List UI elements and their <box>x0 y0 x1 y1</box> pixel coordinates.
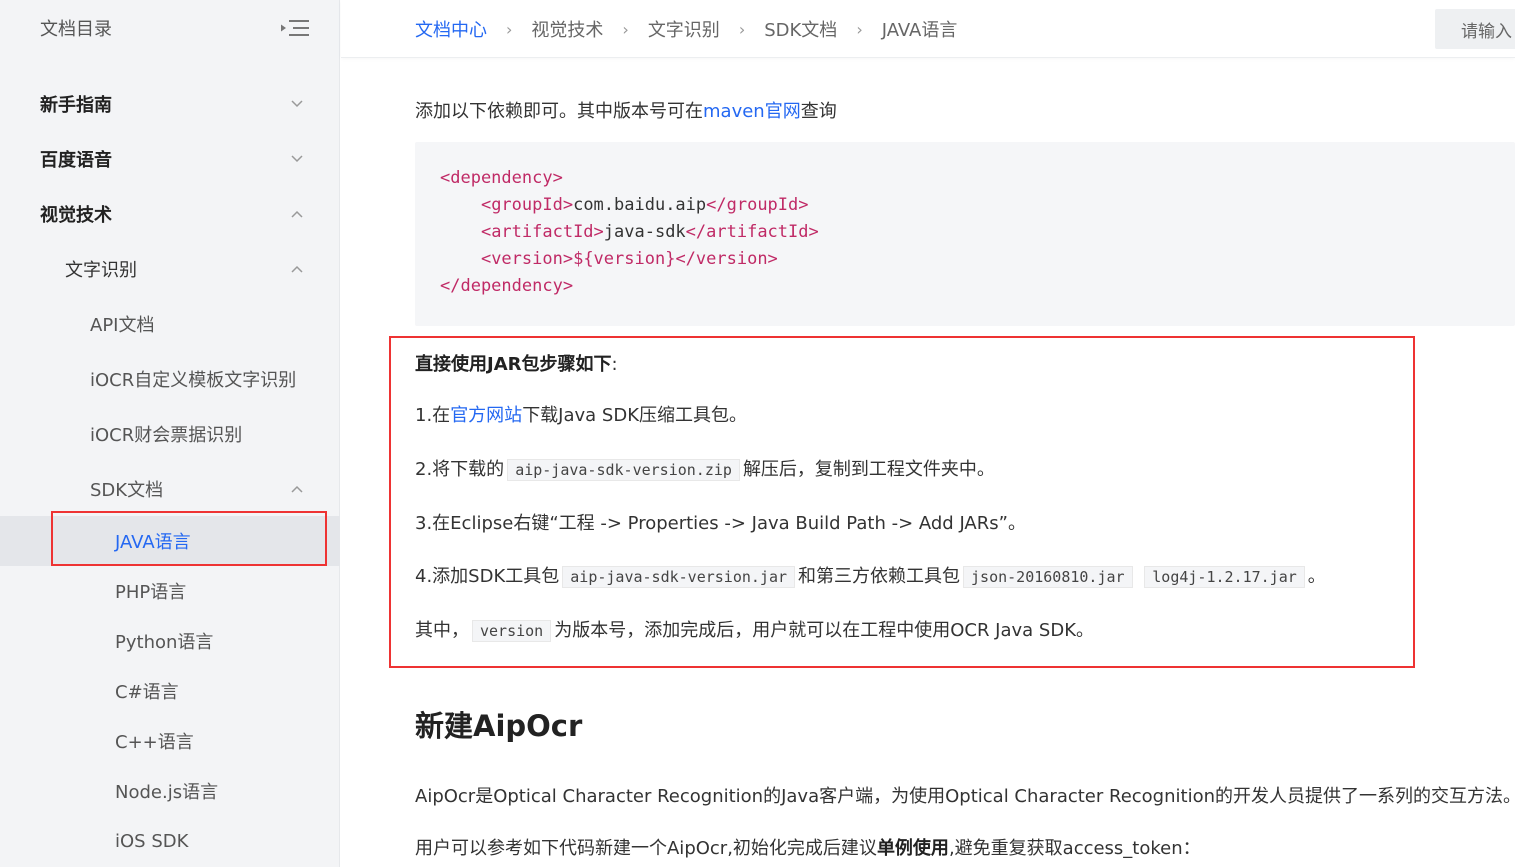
sidebar-item-nodejs[interactable]: Node.js语言 <box>0 766 340 816</box>
section-title: 新建AipOcr <box>415 709 583 743</box>
sidebar-item-label: JAVA语言 <box>115 532 191 553</box>
code-value: ${version} <box>573 249 676 269</box>
chevron-right-icon: › <box>506 19 513 39</box>
inline-code: aip-java-sdk-version.jar <box>562 566 796 588</box>
sidebar-item-cpp[interactable]: C++语言 <box>0 716 340 766</box>
chevron-right-icon: › <box>738 19 746 39</box>
step-text: 和第三方依赖工具包 <box>798 566 961 587</box>
step-text: 。 <box>1307 566 1326 587</box>
code-tag: <dependency> <box>440 168 563 188</box>
step-text: 1.在 <box>415 405 451 426</box>
usage-paragraph: 用户可以参考如下代码新建一个AipOcr,初始化完成后建议单例使用,避免重复获取… <box>415 834 1201 860</box>
inline-code: log4j-1.2.17.jar <box>1144 566 1305 588</box>
sidebar-item-label: 新手指南 <box>40 95 112 116</box>
usage-text: 用户可以参考如下代码新建一个AipOcr,初始化完成后建议 <box>415 838 877 859</box>
sidebar-item-label: C++语言 <box>115 732 194 753</box>
aipocr-description: AipOcr是Optical Character Recognition的Jav… <box>415 786 1515 807</box>
step-3: 3.在Eclipse右键“工程 -> Properties -> Java Bu… <box>415 513 1026 534</box>
sidebar-item-label: iOCR财会票据识别 <box>90 425 243 446</box>
code-tag: <artifactId> <box>480 222 604 242</box>
step-text: 解压后，复制到工程文件夹中。 <box>742 459 995 480</box>
inline-code: version <box>472 620 552 642</box>
search-input[interactable]: 请输入 <box>1435 9 1515 49</box>
sidebar-title: 文档目录 <box>40 18 112 40</box>
inline-code: aip-java-sdk-version.zip <box>507 459 740 481</box>
maven-link[interactable]: maven官网 <box>703 101 801 122</box>
inline-code: json-20160810.jar <box>963 566 1133 588</box>
sidebar-item-iocr-template[interactable]: iOCR自定义模板文字识别 <box>0 354 340 404</box>
breadcrumb: 文档中心 › 视觉技术 › 文字识别 › SDK文档 › JAVA语言 <box>415 16 957 42</box>
sidebar-item-label: PHP语言 <box>115 582 187 603</box>
menu-collapse-icon[interactable] <box>279 17 311 39</box>
sidebar-item-label: 百度语音 <box>40 150 112 171</box>
jar-heading: 直接使用JAR包步骤如下: <box>415 350 618 376</box>
doc-content: 添加以下依赖即可。其中版本号可在maven官网查询 <dependency> <… <box>389 58 1515 867</box>
step-text: 2.将下载的 <box>415 459 505 480</box>
sidebar-item-csharp[interactable]: C#语言 <box>0 666 340 716</box>
sidebar-item-ocr[interactable]: 文字识别 <box>0 244 340 294</box>
sidebar-item-vision-tech[interactable]: 视觉技术 <box>0 189 340 239</box>
official-site-link[interactable]: 官方网站 <box>450 405 522 426</box>
code-tag: </artifactId> <box>685 222 819 242</box>
note-text: 为版本号，添加完成后，用户就可以在工程中使用OCR Java SDK。 <box>554 620 1095 641</box>
step-1: 1.在官方网站下载Java SDK压缩工具包。 <box>415 401 747 427</box>
chevron-down-icon <box>282 155 312 163</box>
code-value: java-sdk <box>603 222 686 242</box>
sidebar: 文档目录 新手指南 百度语音 视觉技术 文字识别 API文档 iOCR自定义模板… <box>0 0 340 867</box>
sidebar-item-label: 视觉技术 <box>40 205 112 226</box>
code-tag: </version> <box>675 249 778 269</box>
note-text: 其中， <box>415 620 469 641</box>
code-tag: </dependency> <box>440 276 574 296</box>
intro-text-end: 查询 <box>800 101 837 122</box>
sidebar-item-label: Python语言 <box>115 632 214 653</box>
sidebar-item-iocr-finance[interactable]: iOCR财会票据识别 <box>0 409 340 459</box>
breadcrumb-java[interactable]: JAVA语言 <box>882 16 958 42</box>
sidebar-item-label: iOCR自定义模板文字识别 <box>90 370 297 391</box>
sidebar-item-label: iOS SDK <box>115 830 189 852</box>
chevron-up-icon <box>282 485 312 493</box>
breadcrumb-sdk-docs[interactable]: SDK文档 <box>764 16 837 42</box>
code-tag: <groupId> <box>480 195 574 215</box>
usage-text-end: ,避免重复获取access_token： <box>948 838 1201 859</box>
sidebar-item-api-docs[interactable]: API文档 <box>0 299 340 349</box>
intro-text: 添加以下依赖即可。其中版本号可在 <box>415 101 703 122</box>
sidebar-item-python[interactable]: Python语言 <box>0 616 340 666</box>
sidebar-header: 文档目录 <box>0 0 339 55</box>
chevron-up-icon <box>282 210 312 218</box>
step-2: 2.将下载的 aip-java-sdk-version.zip 解压后，复制到工程文… <box>415 455 995 481</box>
breadcrumb-vision-tech[interactable]: 视觉技术 <box>531 16 603 42</box>
sidebar-item-label: 文字识别 <box>65 260 137 281</box>
sidebar-item-getting-started[interactable]: 新手指南 <box>0 79 340 129</box>
sidebar-item-sdk-docs[interactable]: SDK文档 <box>0 464 340 514</box>
topbar: 文档中心 › 视觉技术 › 文字识别 › SDK文档 › JAVA语言 请输入 <box>341 0 1515 58</box>
code-tag: <version> <box>480 249 574 269</box>
step-4: 4.添加SDK工具包 aip-java-sdk-version.jar 和第三方依赖… <box>415 562 1326 588</box>
code-tag: </groupId> <box>706 195 809 215</box>
chevron-down-icon <box>282 100 312 108</box>
sidebar-item-label: API文档 <box>90 315 155 336</box>
sidebar-item-java[interactable]: JAVA语言 <box>0 516 340 566</box>
breadcrumb-ocr[interactable]: 文字识别 <box>648 16 720 42</box>
jar-heading-text: 直接使用JAR包步骤如下 <box>415 354 612 375</box>
sidebar-item-baidu-speech[interactable]: 百度语音 <box>0 134 340 184</box>
sidebar-item-ios-sdk[interactable]: iOS SDK <box>0 816 340 866</box>
version-note: 其中， version 为版本号，添加完成后，用户就可以在工程中使用OCR Java… <box>415 616 1094 642</box>
chevron-right-icon: › <box>622 19 629 39</box>
step-text: 4.添加SDK工具包 <box>415 566 560 587</box>
step-text: 下载Java SDK压缩工具包。 <box>522 405 748 426</box>
intro-paragraph: 添加以下依赖即可。其中版本号可在maven官网查询 <box>415 97 837 123</box>
sidebar-item-label: Node.js语言 <box>115 782 219 803</box>
sidebar-item-php[interactable]: PHP语言 <box>0 566 340 616</box>
sidebar-item-label: C#语言 <box>115 682 179 703</box>
sidebar-item-label: SDK文档 <box>90 480 164 501</box>
chevron-right-icon: › <box>856 19 863 39</box>
jar-heading-colon: : <box>611 354 618 375</box>
code-value: com.baidu.aip <box>573 195 707 215</box>
usage-bold-text: 单例使用 <box>876 838 949 859</box>
breadcrumb-doc-center[interactable]: 文档中心 <box>415 16 487 42</box>
chevron-up-icon <box>282 265 312 273</box>
maven-code-block: <dependency> <groupId>com.baidu.aip</gro… <box>415 142 1515 326</box>
